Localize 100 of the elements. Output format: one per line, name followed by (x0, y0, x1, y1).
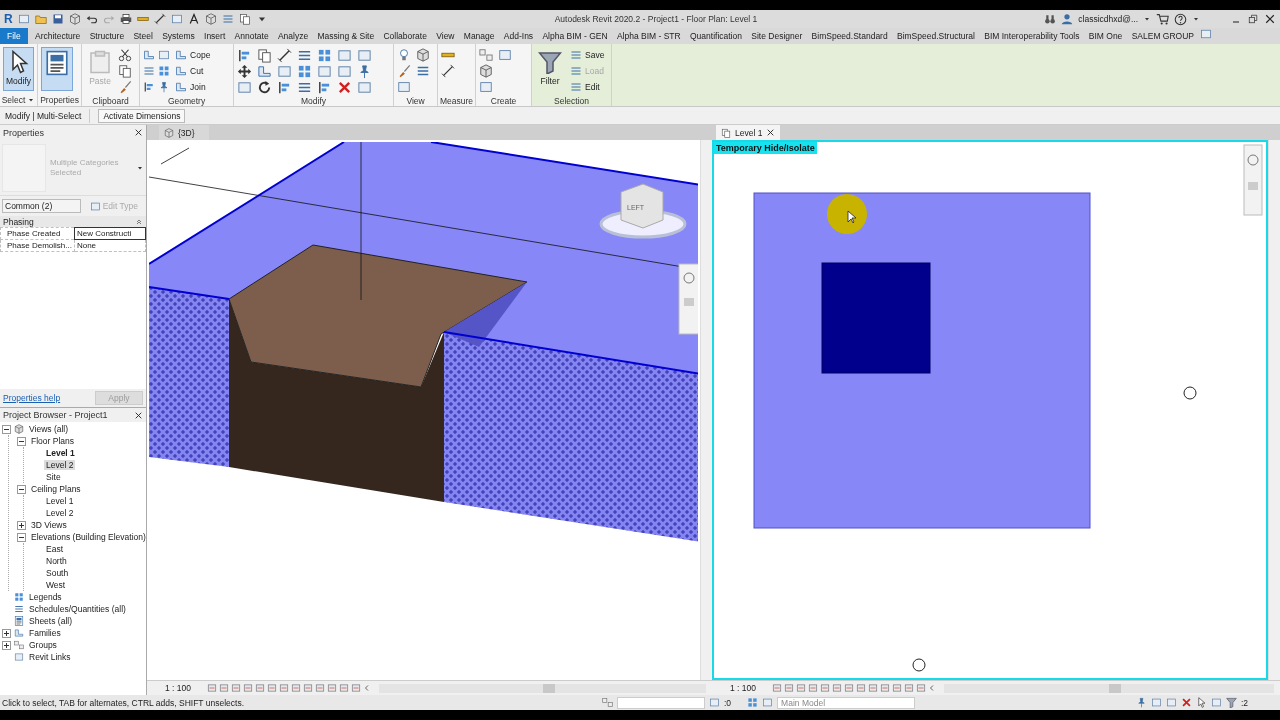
tool-button[interactable]: Filter (535, 47, 566, 91)
view-control-icon[interactable] (255, 683, 265, 693)
ribbon-tab[interactable]: Analyze (275, 28, 311, 44)
ribbon-tab[interactable]: Insert (202, 28, 228, 44)
dimension-icon[interactable] (153, 13, 166, 25)
help-icon[interactable] (1174, 12, 1187, 26)
ribbon-tab[interactable]: Alpha BIM - STR (614, 28, 683, 44)
tree-item[interactable]: Families (27, 628, 63, 638)
dimension-icon[interactable] (441, 64, 456, 78)
open-folder-icon[interactable] (34, 13, 47, 25)
floor-plan-tab[interactable]: Level 1 (716, 125, 781, 140)
copy-icon[interactable] (118, 64, 133, 78)
undo-icon[interactable] (85, 13, 98, 25)
view-control-icon[interactable] (243, 683, 253, 693)
view-control-icon[interactable] (207, 683, 217, 693)
view-control-icon[interactable] (315, 683, 325, 693)
tool-icon[interactable] (158, 49, 171, 61)
brush-icon[interactable] (397, 64, 412, 78)
tool-icon[interactable] (1150, 697, 1162, 708)
tree-item[interactable]: Site (44, 472, 63, 482)
ribbon-tab[interactable]: Manage (461, 28, 497, 44)
tool-icon[interactable] (1165, 697, 1177, 708)
tree-item[interactable]: Sheets (all) (27, 616, 74, 626)
cube-icon[interactable] (68, 13, 81, 25)
view-control-icon[interactable] (219, 683, 229, 693)
restore-icon[interactable] (1247, 13, 1259, 25)
view-control-icon[interactable] (880, 683, 890, 693)
view-control-icon[interactable] (351, 683, 361, 693)
rotate-icon[interactable] (257, 79, 273, 95)
tool-button[interactable]: Join (173, 79, 213, 95)
align-icon[interactable] (143, 81, 156, 93)
view-control-icon[interactable] (832, 683, 842, 693)
view-control-icon[interactable] (231, 683, 241, 693)
tool-icon[interactable] (479, 80, 494, 94)
tool-icon[interactable] (17, 13, 30, 25)
tree-item[interactable]: Ceiling Plans (29, 484, 83, 494)
tree-item[interactable]: Level 1 (44, 496, 76, 506)
cursor-icon[interactable] (1195, 697, 1207, 708)
view-control-icon[interactable] (844, 683, 854, 693)
ribbon-tab[interactable]: Quantification (688, 28, 744, 44)
view-control-icon[interactable] (279, 683, 289, 693)
grid-icon[interactable] (158, 65, 171, 77)
brush-icon[interactable] (118, 80, 133, 94)
tool-icon[interactable] (762, 697, 774, 708)
tool-icon[interactable] (498, 48, 513, 62)
navigation-bar[interactable] (678, 263, 698, 335)
tree-item[interactable]: West (44, 580, 68, 590)
scissors-icon[interactable] (118, 48, 133, 62)
wall-icon[interactable] (257, 63, 273, 79)
tool-icon[interactable] (337, 47, 353, 63)
properties-button[interactable] (41, 47, 74, 91)
view-control-icon[interactable] (267, 683, 277, 693)
ribbon-tab[interactable]: Alpha BIM - GEN (540, 28, 610, 44)
tree-item[interactable]: Level 1 (44, 448, 77, 458)
filter-dropdown[interactable]: Common (2) (2, 199, 81, 213)
collapse-toggle-icon[interactable] (17, 436, 26, 446)
cube-icon[interactable] (204, 13, 217, 25)
view-control-icon[interactable] (904, 683, 914, 693)
tree-item[interactable]: East (44, 544, 65, 554)
view-control-icon[interactable] (916, 683, 926, 693)
wall-icon[interactable] (143, 49, 156, 61)
ribbon-tab[interactable]: Systems (160, 28, 197, 44)
tool-icon[interactable] (1210, 697, 1222, 708)
pin-icon[interactable] (1135, 697, 1147, 708)
property-value[interactable]: New Constructi (74, 227, 146, 240)
view-control-icon[interactable] (327, 683, 337, 693)
tool-button[interactable]: Modify (3, 47, 35, 91)
cube-icon[interactable] (416, 48, 431, 62)
view-control-icon[interactable] (796, 683, 806, 693)
cube-icon[interactable] (479, 64, 494, 78)
delete-icon[interactable] (337, 79, 353, 95)
collapse-toggle-icon[interactable] (17, 532, 26, 542)
activate-dimensions-button[interactable]: Activate Dimensions (98, 108, 186, 123)
close-icon[interactable] (766, 128, 776, 137)
close-icon[interactable] (1264, 13, 1276, 25)
cart-icon[interactable] (1156, 12, 1169, 26)
tool-icon[interactable] (357, 47, 373, 63)
funnel-icon[interactable] (1225, 697, 1237, 708)
binoculars-icon[interactable] (1044, 13, 1057, 25)
lines-icon[interactable] (416, 64, 431, 78)
tool-icon[interactable] (397, 80, 412, 94)
ribbon-tab[interactable]: Steel (131, 28, 155, 44)
tree-item[interactable]: Schedules/Quantities (all) (27, 604, 128, 614)
navigation-bar[interactable] (1243, 144, 1263, 216)
ribbon-tab[interactable]: SALEM GROUP (1129, 28, 1196, 44)
tree-item[interactable]: South (44, 568, 71, 578)
user-icon[interactable] (1061, 13, 1074, 25)
copy-icon[interactable] (257, 47, 273, 63)
copy-icon[interactable] (238, 13, 251, 25)
properties-help-link[interactable]: Properties help (3, 393, 61, 403)
tree-item[interactable]: North (44, 556, 69, 566)
view-control-icon[interactable] (303, 683, 313, 693)
tree-item[interactable]: 3D Views (29, 520, 69, 530)
delete-icon[interactable] (1180, 697, 1192, 708)
ribbon-tab[interactable]: View (434, 28, 457, 44)
view-scale[interactable]: 1 : 100 (165, 683, 191, 693)
expand-toggle-icon[interactable] (2, 640, 11, 650)
collapse-toggle-icon[interactable] (2, 424, 11, 434)
group-icon[interactable] (479, 48, 494, 62)
collapse-icon[interactable] (135, 217, 143, 226)
